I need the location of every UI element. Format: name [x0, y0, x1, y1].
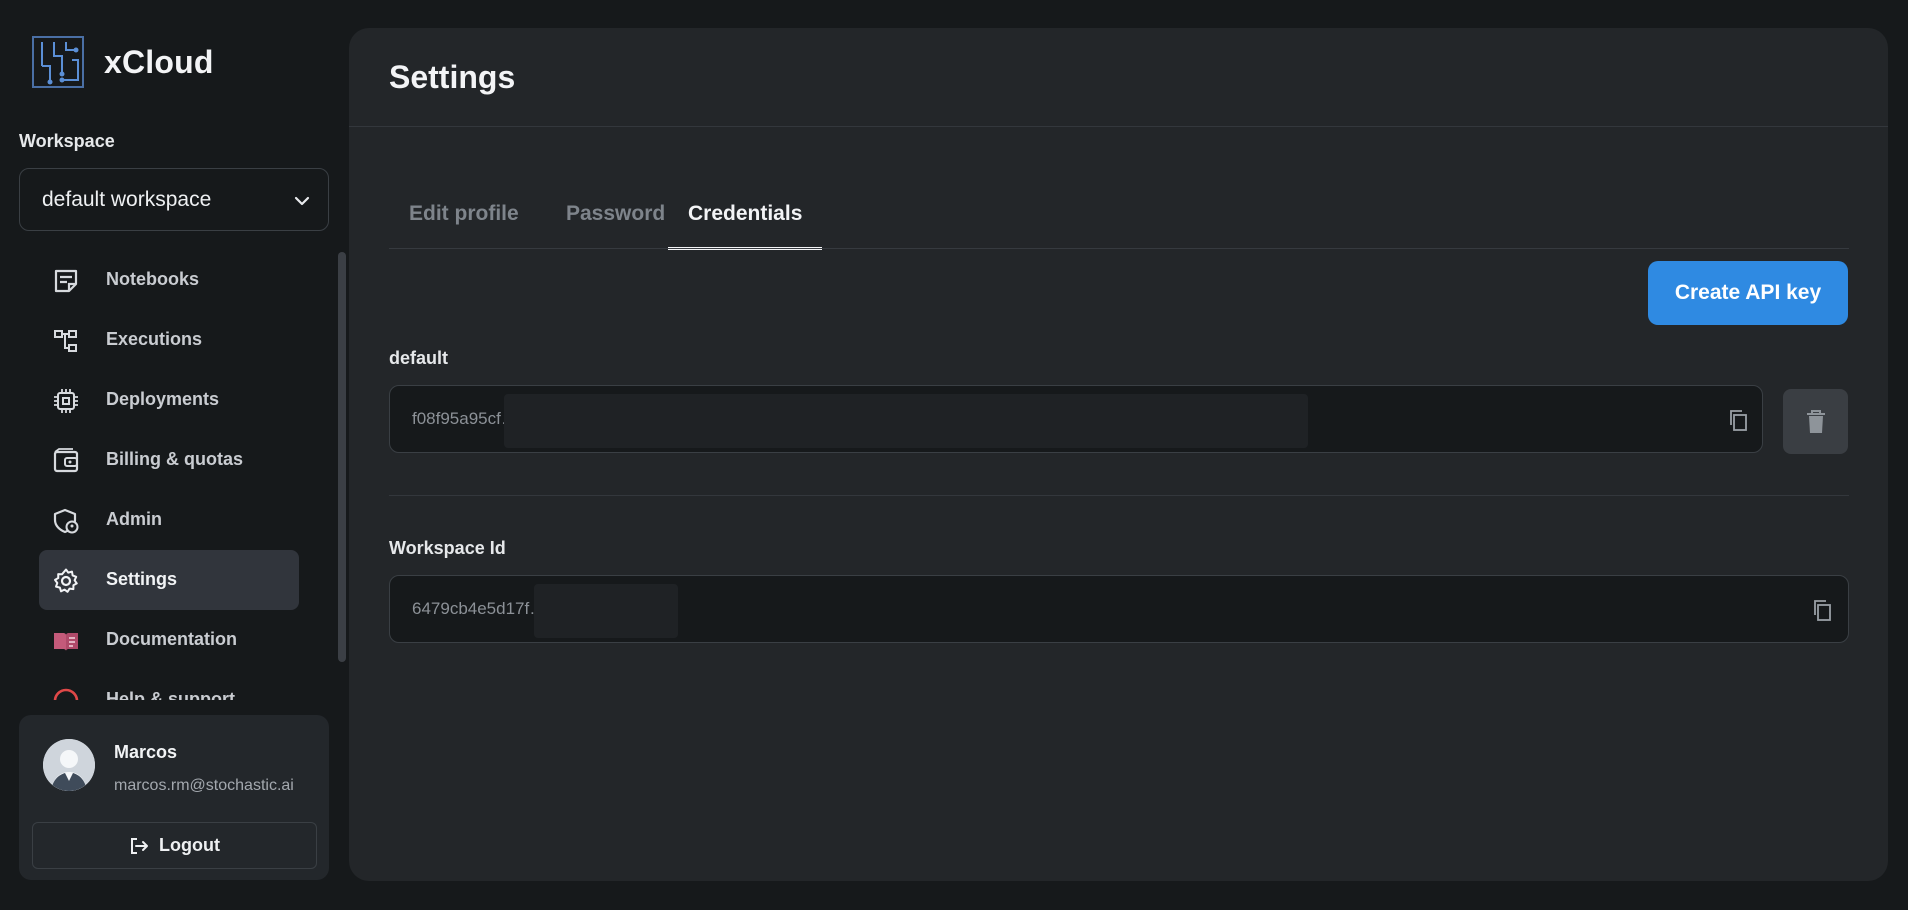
workspace-select-value: default workspace — [42, 187, 212, 211]
copy-icon[interactable] — [1810, 598, 1834, 622]
api-key-value: f08f95a95cf… — [412, 409, 518, 428]
sidebar-item-label: Settings — [106, 569, 178, 589]
sidebar-item-label: Notebooks — [106, 269, 200, 289]
gear-icon — [54, 568, 78, 593]
sidebar-item-label: Admin — [106, 509, 162, 529]
copy-icon[interactable] — [1726, 408, 1750, 432]
api-key-field[interactable]: f08f95a95cf… — [389, 385, 1763, 453]
tab-edit-profile[interactable]: Edit profile — [389, 178, 539, 250]
logout-label: Logout — [159, 835, 220, 855]
user-name: Marcos — [114, 742, 178, 762]
brand[interactable]: xCloud — [32, 36, 214, 88]
chevron-down-icon — [294, 196, 310, 206]
trash-icon — [1806, 409, 1825, 433]
user-email: marcos.rm@stochastic.ai — [114, 777, 294, 794]
book-icon — [54, 633, 78, 651]
logout-icon — [131, 837, 148, 854]
workspace-select[interactable]: default workspace — [19, 168, 329, 231]
sidebar-item-label: Billing & quotas — [106, 449, 243, 469]
sidebar: xCloud Workspace default workspace Noteb… — [0, 0, 348, 910]
sidebar-item-executions[interactable]: Executions — [39, 310, 299, 370]
notebook-icon — [54, 269, 78, 293]
user-avatar-icon — [43, 739, 95, 791]
workspace-id-label: Workspace Id — [389, 538, 506, 558]
section-divider — [389, 495, 1849, 496]
avatar[interactable] — [43, 739, 95, 791]
workspace-label: Workspace — [19, 131, 115, 151]
tabs-divider — [389, 248, 1849, 249]
sidebar-item-label: Executions — [106, 329, 203, 349]
sidebar-item-settings[interactable]: Settings — [39, 550, 299, 610]
sidebar-item-admin[interactable]: Admin — [39, 490, 299, 550]
sidebar-item-help[interactable]: Help & support — [39, 670, 299, 700]
sidebar-nav: Notebooks Executions Deployments Billing… — [39, 250, 299, 700]
create-api-key-button[interactable]: Create API key — [1648, 261, 1848, 325]
sidebar-item-label: Deployments — [106, 389, 220, 409]
logout-button[interactable]: Logout — [32, 822, 317, 869]
sidebar-item-billing[interactable]: Billing & quotas — [39, 430, 299, 490]
sidebar-item-deployments[interactable]: Deployments — [39, 370, 299, 430]
redaction-mask — [504, 394, 1308, 448]
wallet-icon — [53, 448, 79, 473]
sidebar-item-notebooks[interactable]: Notebooks — [39, 250, 299, 310]
help-icon — [53, 688, 79, 700]
user-card: Marcos marcos.rm@stochastic.ai Logout — [19, 715, 329, 880]
sidebar-scrollbar[interactable] — [338, 252, 346, 662]
app-name: xCloud — [104, 43, 214, 80]
workspace-id-value: 6479cb4e5d17f… — [412, 599, 547, 618]
page-title: Settings — [389, 59, 516, 95]
header-divider — [349, 126, 1888, 127]
tab-password[interactable]: Password — [546, 178, 685, 250]
shield-icon — [53, 508, 79, 534]
chip-icon — [54, 389, 78, 413]
sidebar-item-documentation[interactable]: Documentation — [39, 610, 299, 670]
credential-label: default — [389, 348, 449, 368]
workspace-id-field[interactable]: 6479cb4e5d17f… — [389, 575, 1849, 643]
xcloud-logo-icon — [32, 36, 84, 88]
sidebar-item-label: Documentation — [106, 629, 238, 649]
executions-icon — [54, 330, 77, 352]
tab-credentials[interactable]: Credentials — [668, 178, 823, 250]
main-panel: Settings Edit profile Password Credentia… — [349, 28, 1888, 881]
delete-api-key-button[interactable] — [1783, 389, 1848, 454]
sidebar-item-label: Help & support — [106, 689, 235, 700]
settings-tabs: Edit profile Password Credentials — [389, 178, 1849, 250]
redaction-mask — [534, 584, 678, 638]
